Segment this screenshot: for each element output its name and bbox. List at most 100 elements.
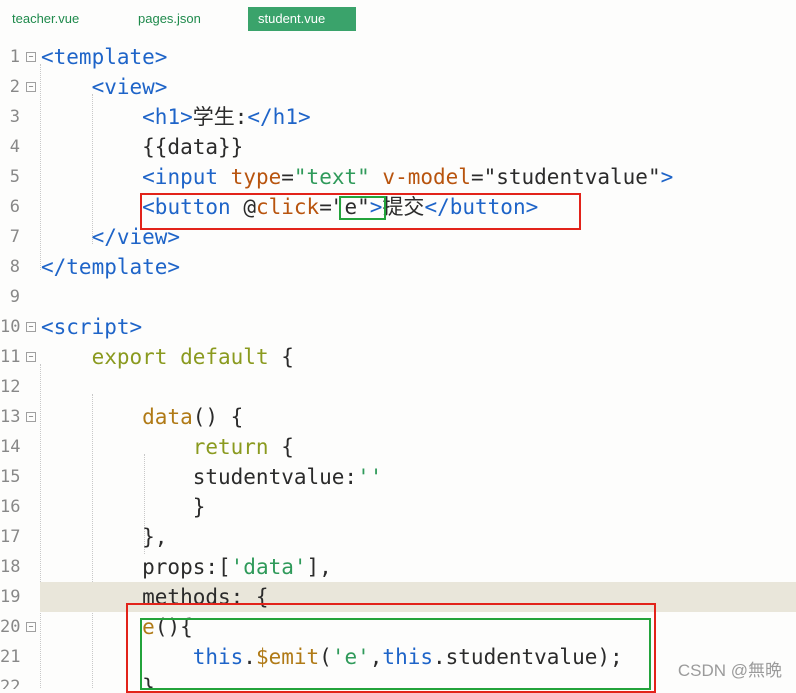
line-number: 17	[0, 527, 21, 547]
code-line[interactable]: 11− export default {	[0, 342, 796, 372]
code-text: }	[41, 492, 206, 522]
line-number: 8	[9, 257, 20, 277]
code-text: <input type="text" v-model="studentvalue…	[41, 162, 673, 192]
code-token: 'data'	[230, 555, 307, 579]
code-token: </template>	[41, 255, 181, 279]
code-token: =	[470, 165, 484, 189]
collapse-box-icon[interactable]: −	[26, 622, 36, 632]
code-token: props:[	[41, 555, 231, 579]
code-token: }	[41, 675, 155, 689]
code-token: studentvalue:	[41, 465, 358, 489]
code-line[interactable]: 4 {{data}}	[0, 132, 796, 162]
line-number: 11	[0, 347, 21, 367]
code-token: </h1>	[247, 105, 311, 129]
code-text: </view>	[41, 222, 181, 252]
line-number: 20	[0, 617, 21, 637]
code-editor[interactable]: 1− <template> 2− <view> 3 <h1>学生:</h1> 4 {{d…	[0, 42, 796, 689]
code-line[interactable]: 17 },	[0, 522, 796, 552]
code-line[interactable]: 16 }	[0, 492, 796, 522]
collapse-box-icon[interactable]: −	[26, 82, 36, 92]
line-number: 13	[0, 407, 21, 427]
code-line[interactable]: 13− data() {	[0, 402, 796, 432]
code-line[interactable]: 20− e(){	[0, 612, 796, 642]
code-token: <input	[142, 165, 231, 189]
code-line[interactable]: 1− <template>	[0, 42, 796, 72]
code-token: export default	[91, 345, 269, 369]
code-text: this.$emit('e',this.studentvalue);	[41, 642, 623, 672]
code-text: studentvalue:''	[41, 462, 383, 492]
code-line[interactable]: 15 studentvalue:''	[0, 462, 796, 492]
watermark: CSDN @無晩	[677, 661, 782, 680]
code-line[interactable]: 21 this.$emit('e',this.studentvalue);	[0, 642, 796, 672]
code-line[interactable]: 3 <h1>学生:</h1>	[0, 102, 796, 132]
code-token: v-model	[382, 165, 471, 189]
code-token: },	[41, 525, 168, 549]
code-token: <button	[142, 195, 244, 219]
code-token: <view>	[91, 75, 168, 99]
code-token: @	[243, 195, 256, 219]
code-line[interactable]: 2− <view>	[0, 72, 796, 102]
code-text: },	[41, 522, 167, 552]
collapse-box-icon[interactable]: −	[26, 52, 36, 62]
code-token: methods: {	[41, 585, 269, 609]
code-line[interactable]: 9	[0, 282, 796, 312]
collapse-box-icon[interactable]: −	[26, 322, 36, 332]
code-token: >	[660, 165, 674, 189]
code-token: .	[243, 645, 256, 669]
code-token: (){	[154, 615, 193, 639]
code-token: =	[281, 165, 294, 189]
code-token: 'e'	[331, 645, 370, 669]
code-line[interactable]: 7 </view>	[0, 222, 796, 252]
line-number: 2	[9, 77, 20, 97]
code-line[interactable]: 8 </template>	[0, 252, 796, 282]
code-token: ,	[369, 645, 383, 669]
code-line[interactable]: 19 methods: {	[0, 582, 796, 612]
code-line[interactable]: 12	[0, 372, 796, 402]
code-token: ],	[306, 555, 332, 579]
line-number: 12	[0, 377, 21, 397]
code-text: data() {	[41, 402, 243, 432]
code-token: {{data}}	[41, 135, 244, 159]
code-text: <script>	[41, 312, 142, 342]
line-number: 4	[9, 137, 20, 157]
code-token: </button>	[424, 195, 539, 219]
code-token: "e"	[331, 195, 370, 219]
code-line[interactable]: 10− <script>	[0, 312, 796, 342]
code-text: {{data}}	[41, 132, 243, 162]
code-token: }	[41, 495, 206, 519]
code-line[interactable]: 6 <button @click="e">提交</button>	[0, 192, 796, 222]
collapse-box-icon[interactable]: −	[26, 412, 36, 422]
tab-teacher-vue[interactable]: teacher.vue	[2, 7, 89, 31]
line-number: 1	[9, 47, 20, 67]
tab-pages-json[interactable]: pages.json	[128, 7, 211, 31]
code-text: methods: {	[41, 582, 269, 612]
code-token: {	[268, 435, 294, 459]
line-number: 6	[9, 197, 20, 217]
code-line[interactable]: 22 }	[0, 672, 796, 689]
code-token: () {	[192, 405, 244, 429]
code-token: type	[230, 165, 282, 189]
code-token: "text"	[293, 165, 370, 189]
code-token: (	[319, 645, 332, 669]
line-number: 16	[0, 497, 21, 517]
tab-student-vue[interactable]: student.vue	[248, 7, 356, 31]
code-token: <template>	[41, 45, 168, 69]
code-token: =	[319, 195, 332, 219]
code-token: <script>	[41, 315, 143, 339]
code-token: return	[192, 435, 269, 459]
code-line[interactable]: 5 <input type="text" v-model="studentval…	[0, 162, 796, 192]
collapse-box-icon[interactable]: −	[26, 352, 36, 362]
line-number: 3	[9, 107, 20, 127]
code-line[interactable]: 14 return {	[0, 432, 796, 462]
line-number: 22	[0, 677, 21, 689]
code-line[interactable]: 18 props:['data'],	[0, 552, 796, 582]
